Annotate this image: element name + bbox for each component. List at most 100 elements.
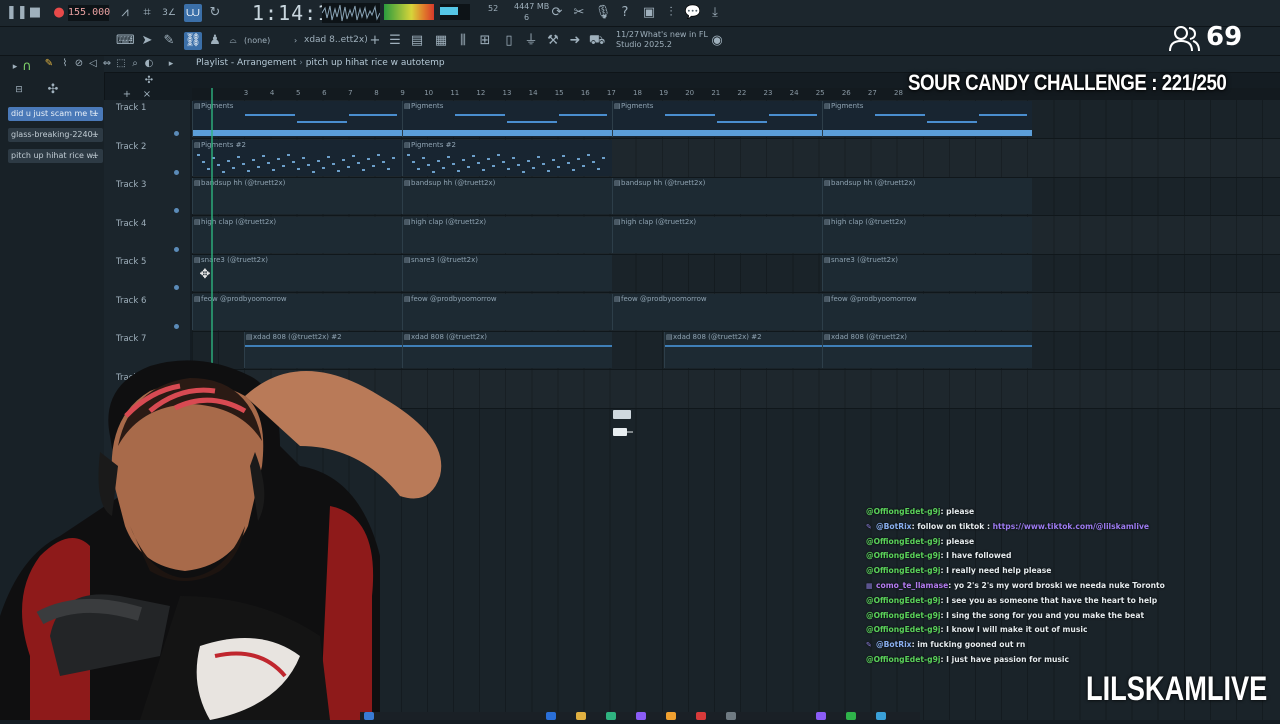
playlist-icon[interactable]: ☰	[386, 32, 404, 50]
playlist-clip[interactable]: snare3 (@truett2x)	[822, 255, 1032, 291]
wrench-icon[interactable]: ⚒	[544, 32, 562, 50]
playlist-clip[interactable]: high clap (@truett2x)	[192, 216, 402, 253]
playlist-clip[interactable]: Pigments #2	[402, 139, 612, 176]
playlist-clip[interactable]: xdad 808 (@truett2x) #2	[664, 332, 822, 368]
app-icon[interactable]	[606, 712, 616, 720]
plug-icon[interactable]: ⏚	[522, 32, 540, 50]
fl-studio-icon[interactable]	[666, 712, 676, 720]
chat-icon[interactable]: 💬	[684, 4, 702, 22]
playlist-clip[interactable]: Pigments	[822, 101, 1032, 137]
misc-icon[interactable]	[726, 712, 736, 720]
playlist-arrow-icon[interactable]: ▸	[162, 55, 180, 73]
track-label[interactable]: Track 2	[116, 142, 146, 152]
track-label[interactable]: Track 1	[116, 103, 146, 113]
track-enable-dot[interactable]	[174, 323, 179, 329]
wait-icon[interactable]: ⌗	[138, 4, 156, 22]
download-icon[interactable]: ⤓	[706, 4, 724, 22]
playlist-clip[interactable]: high clap (@truett2x)	[822, 216, 1032, 253]
twitch-icon[interactable]	[816, 712, 826, 720]
browser-view-icon[interactable]: ⊟	[10, 81, 28, 99]
playlist-clip[interactable]: bandsup hh (@truett2x)	[402, 178, 612, 214]
playlist-clip[interactable]: snare3 (@truett2x)	[402, 255, 612, 291]
add-pattern-icon[interactable]: +	[366, 32, 384, 50]
news-subtitle[interactable]: Studio 2025.2	[616, 40, 672, 49]
refresh-icon[interactable]: ⟳	[548, 4, 566, 22]
save-icon[interactable]: ▣	[640, 4, 658, 22]
playlist-clip[interactable]: Pigments	[612, 101, 822, 137]
playlist-clip[interactable]: bandsup hh (@truett2x)	[612, 178, 822, 214]
magnet-icon[interactable]: ⌓	[224, 32, 242, 50]
browser-item-pitch[interactable]: pitch up hihat rice w.. +	[8, 149, 103, 163]
playhead[interactable]	[211, 88, 213, 368]
playlist-clip[interactable]: feow @prodbyoomorrow	[192, 293, 402, 330]
tools-icon[interactable]: ✂	[570, 4, 588, 22]
discord-icon[interactable]	[636, 712, 646, 720]
mixer-icon[interactable]: ⫶	[662, 4, 680, 22]
stamp-icon[interactable]: ♟	[206, 32, 224, 50]
magnet-green-icon[interactable]: ∩	[18, 58, 36, 76]
record-icon[interactable]: ●	[50, 4, 68, 22]
explorer-icon[interactable]	[576, 712, 586, 720]
loop-record-icon[interactable]: ↻	[206, 4, 224, 22]
playlist-clip[interactable]: feow @prodbyoomorrow	[822, 293, 1032, 330]
playlist-clip[interactable]: high clap (@truett2x)	[612, 216, 822, 253]
track-enable-dot[interactable]	[174, 246, 179, 252]
browser-expand-icon[interactable]: ✣	[44, 81, 62, 99]
tempo-display[interactable]: 155.000	[68, 5, 110, 21]
metronome-icon[interactable]: ⩘	[116, 4, 134, 22]
countdown-icon[interactable]: 3∠	[160, 4, 178, 22]
plus-icon[interactable]: +	[91, 107, 99, 121]
cart-icon[interactable]: ⛟	[588, 32, 606, 50]
plus-icon[interactable]: +	[91, 149, 99, 163]
mixer-faders-icon[interactable]: ⫼	[454, 32, 472, 50]
hierarchy-icon[interactable]: ⊞	[476, 32, 494, 50]
file-icon[interactable]: ▯	[500, 32, 518, 50]
playlist-clip[interactable]: Pigments	[402, 101, 612, 137]
edge-icon[interactable]	[546, 712, 556, 720]
track-enable-dot[interactable]	[174, 285, 179, 290]
arrow-right-icon[interactable]: ➤	[138, 32, 156, 50]
playlist-pattern-name[interactable]: pitch up hihat rice w autotemp	[306, 58, 445, 68]
playlist-clip[interactable]: bandsup hh (@truett2x)	[192, 178, 402, 214]
keyboard-icon[interactable]: ⌨	[116, 32, 135, 50]
stop-icon[interactable]: ■	[26, 4, 44, 22]
snap-selector[interactable]: (none)	[244, 36, 270, 45]
channel-rack-icon[interactable]: ▦	[432, 32, 450, 50]
pattern-selector[interactable]: xdad 8..ett2x)	[304, 35, 368, 45]
playlist-clip[interactable]: bandsup hh (@truett2x)	[822, 178, 1032, 214]
track-enable-dot[interactable]	[174, 131, 179, 136]
track-label[interactable]: Track 5	[116, 257, 146, 267]
track-enable-dot[interactable]	[174, 208, 179, 213]
playlist-clip[interactable]: Pigments	[192, 101, 402, 137]
track-label[interactable]: Track 7	[116, 334, 146, 344]
playlist-clip[interactable]: xdad 808 (@truett2x)	[822, 332, 1032, 368]
piano-roll-icon[interactable]: ▤	[408, 32, 426, 50]
playback-tool-icon[interactable]: ◐	[140, 55, 158, 73]
playlist-clip[interactable]: feow @prodbyoomorrow	[402, 293, 612, 330]
obs-icon[interactable]	[696, 712, 706, 720]
blend-notes-icon[interactable]: ⩊	[184, 4, 202, 22]
news-title[interactable]: What's new in FL	[640, 30, 708, 39]
playlist-clip[interactable]: high clap (@truett2x)	[402, 216, 612, 253]
track-label[interactable]: Track 6	[116, 296, 146, 306]
playlist-clip[interactable]: feow @prodbyoomorrow	[612, 293, 822, 330]
browser-item-glass[interactable]: glass-breaking-2240.. +	[8, 128, 103, 142]
track-label[interactable]: Track 4	[116, 219, 146, 229]
pause-icon[interactable]: ❚❚	[6, 4, 28, 22]
playlist-clip[interactable]: Pigments #2	[192, 139, 402, 176]
track-enable-dot[interactable]	[174, 169, 179, 175]
pencil-icon[interactable]: ✎	[160, 32, 178, 50]
spotify-icon[interactable]	[846, 712, 856, 720]
settings-icon[interactable]	[876, 712, 886, 720]
link-icon[interactable]: ⛓	[184, 32, 202, 50]
playlist-clip[interactable]: snare3 (@truett2x)	[192, 255, 402, 291]
chat-link[interactable]: https://www.tiktok.com/@lilskamlive	[993, 522, 1149, 531]
microphone-icon[interactable]: 🎙	[594, 4, 612, 22]
plus-icon[interactable]: +	[91, 128, 99, 142]
track-label[interactable]: Track 3	[116, 180, 146, 190]
start-icon[interactable]	[364, 712, 374, 720]
globe-icon[interactable]: ◉	[708, 32, 726, 50]
arrow-fill-icon[interactable]: ➜	[566, 32, 584, 50]
browser-item-scam[interactable]: did u just scam me t.. +	[8, 107, 103, 121]
pattern-drag-icon[interactable]	[612, 408, 634, 440]
